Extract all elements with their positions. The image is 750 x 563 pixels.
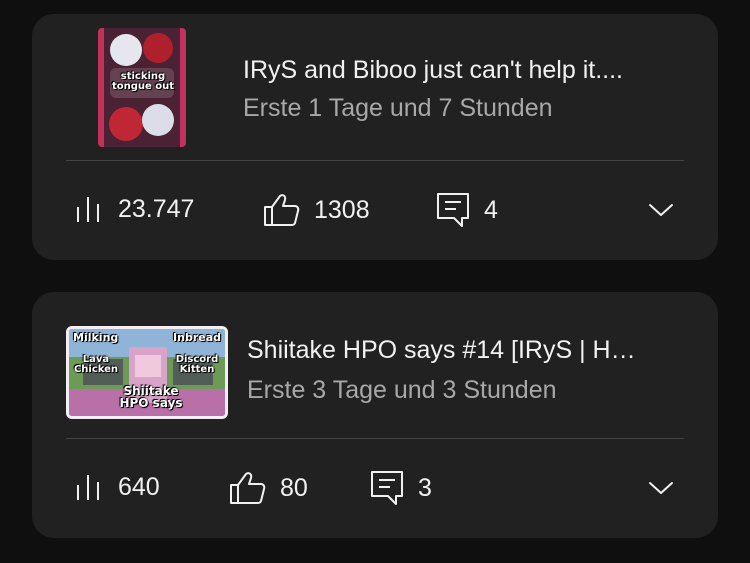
like-stat[interactable]: 80	[228, 470, 308, 506]
video-card[interactable]: sticking tongue out IRyS and Biboo just …	[32, 14, 718, 260]
divider	[66, 438, 684, 439]
comments-count: 4	[484, 195, 498, 224]
video-thumbnail[interactable]: sticking tongue out	[98, 28, 186, 147]
video-title[interactable]: Shiitake HPO says #14 [IRyS | H…	[247, 336, 687, 365]
thumbnail-text: Inbread	[173, 331, 221, 344]
thumbnail-text: tongue out	[111, 81, 175, 92]
like-stat[interactable]: 1308	[262, 192, 370, 228]
chevron-down-icon[interactable]	[648, 480, 674, 496]
views-stat[interactable]: 23.747	[74, 194, 194, 224]
comments-stat[interactable]: 4	[436, 192, 498, 228]
comment-icon	[437, 193, 469, 227]
video-card[interactable]: Milking Inbread Lava Chicken Discord Kit…	[32, 292, 718, 538]
thumbnail-text: Milking	[73, 331, 119, 344]
views-count: 640	[118, 472, 160, 501]
comments-stat[interactable]: 3	[370, 470, 432, 506]
thumbnail-text: Discord Kitten	[175, 354, 219, 375]
chevron-down-icon[interactable]	[648, 202, 674, 218]
video-title[interactable]: IRyS and Biboo just can't help it....	[243, 56, 703, 85]
comment-icon	[371, 471, 403, 505]
thumbnail-text: Lava Chicken	[73, 354, 119, 375]
thumbs-up-icon	[230, 472, 266, 504]
bar-chart-icon	[77, 475, 99, 500]
thumbnail-text: Shiitake HPO says	[119, 384, 183, 410]
bar-chart-icon	[77, 197, 99, 222]
thumbs-up-icon	[264, 194, 300, 226]
published-time: Erste 3 Tage und 3 Stunden	[247, 376, 557, 404]
published-time: Erste 1 Tage und 7 Stunden	[243, 94, 553, 122]
likes-count: 1308	[314, 195, 370, 224]
likes-count: 80	[280, 473, 308, 502]
video-thumbnail[interactable]: Milking Inbread Lava Chicken Discord Kit…	[66, 326, 228, 419]
views-count: 23.747	[118, 194, 195, 223]
views-stat[interactable]: 640	[74, 472, 160, 502]
divider	[66, 160, 684, 161]
comments-count: 3	[418, 473, 432, 502]
